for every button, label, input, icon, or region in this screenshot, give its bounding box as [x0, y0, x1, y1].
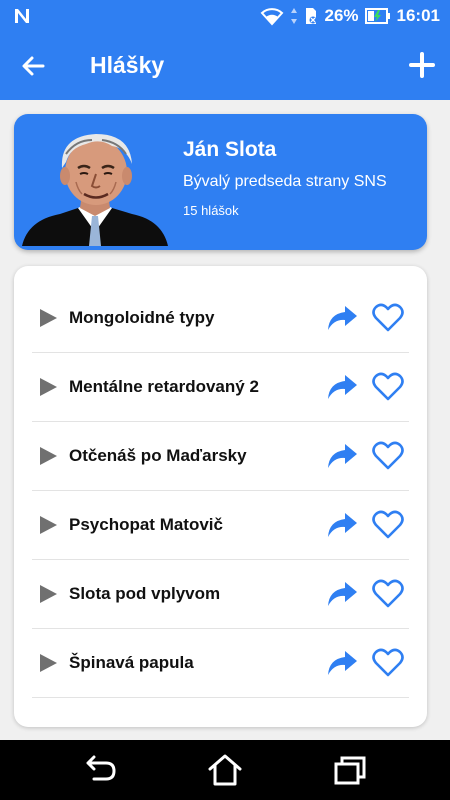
data-arrows-icon	[291, 8, 298, 24]
quote-count: 15 hlášok	[183, 203, 239, 218]
play-icon[interactable]	[37, 653, 59, 673]
page-title: Hlášky	[90, 52, 165, 78]
play-icon[interactable]	[37, 515, 59, 535]
share-icon[interactable]	[326, 580, 358, 608]
heart-icon[interactable]	[372, 579, 404, 609]
share-icon[interactable]	[326, 511, 358, 539]
quote-title: Otčenáš po Maďarsky	[69, 446, 247, 465]
share-icon[interactable]	[326, 373, 358, 401]
list-item[interactable]: Mentálne retardovaný 2	[32, 353, 409, 422]
play-icon[interactable]	[37, 308, 59, 328]
share-icon[interactable]	[326, 442, 358, 470]
share-icon[interactable]	[326, 649, 358, 677]
back-icon[interactable]	[82, 753, 118, 787]
back-arrow-icon[interactable]	[18, 52, 48, 80]
plus-icon[interactable]	[408, 50, 436, 80]
quote-title: Mentálne retardovaný 2	[69, 377, 259, 396]
heart-icon[interactable]	[372, 441, 404, 471]
quote-title: Slota pod vplyvom	[69, 584, 221, 603]
list-item[interactable]: Mongoloidné typy	[32, 284, 409, 353]
quotes-list-card: Mongoloidné typy Mentálne retardovaný 2 Ot…	[14, 266, 427, 727]
status-bar: 26% 16:01	[0, 0, 450, 32]
home-icon[interactable]	[207, 753, 243, 787]
profile-card: Ján Slota Bývalý predseda strany SNS 15 …	[14, 114, 427, 250]
play-icon[interactable]	[37, 584, 59, 604]
clock: 16:01	[396, 6, 440, 25]
system-nav-bar	[0, 740, 450, 800]
share-icon[interactable]	[326, 304, 358, 332]
battery-percent: 26%	[324, 6, 359, 25]
profile-name: Ján Slota	[183, 138, 277, 161]
avatar	[22, 134, 168, 246]
heart-icon[interactable]	[372, 648, 404, 678]
profile-description: Bývalý predseda strany SNS	[183, 173, 387, 190]
quote-title: Psychopat Matovič	[69, 515, 223, 534]
app-bar: Hlášky	[0, 32, 450, 100]
heart-icon[interactable]	[372, 303, 404, 333]
list-item[interactable]: Psychopat Matovič	[32, 491, 409, 560]
notification-n-icon	[15, 9, 29, 23]
quote-title: Mongoloidné typy	[69, 308, 215, 327]
quote-title: Špinavá papula	[69, 653, 194, 672]
no-sim-icon	[306, 8, 317, 24]
heart-icon[interactable]	[372, 510, 404, 540]
heart-icon[interactable]	[372, 372, 404, 402]
list-item[interactable]: Otčenáš po Maďarsky	[32, 422, 409, 491]
play-icon[interactable]	[37, 446, 59, 466]
wifi-icon	[261, 8, 284, 26]
quotes-list: Mongoloidné typy Mentálne retardovaný 2 Ot…	[32, 284, 409, 698]
list-item[interactable]: Špinavá papula	[32, 629, 409, 698]
play-icon[interactable]	[37, 377, 59, 397]
battery-charging-icon	[364, 8, 390, 24]
recent-apps-icon[interactable]	[332, 753, 368, 787]
list-item[interactable]: Slota pod vplyvom	[32, 560, 409, 629]
